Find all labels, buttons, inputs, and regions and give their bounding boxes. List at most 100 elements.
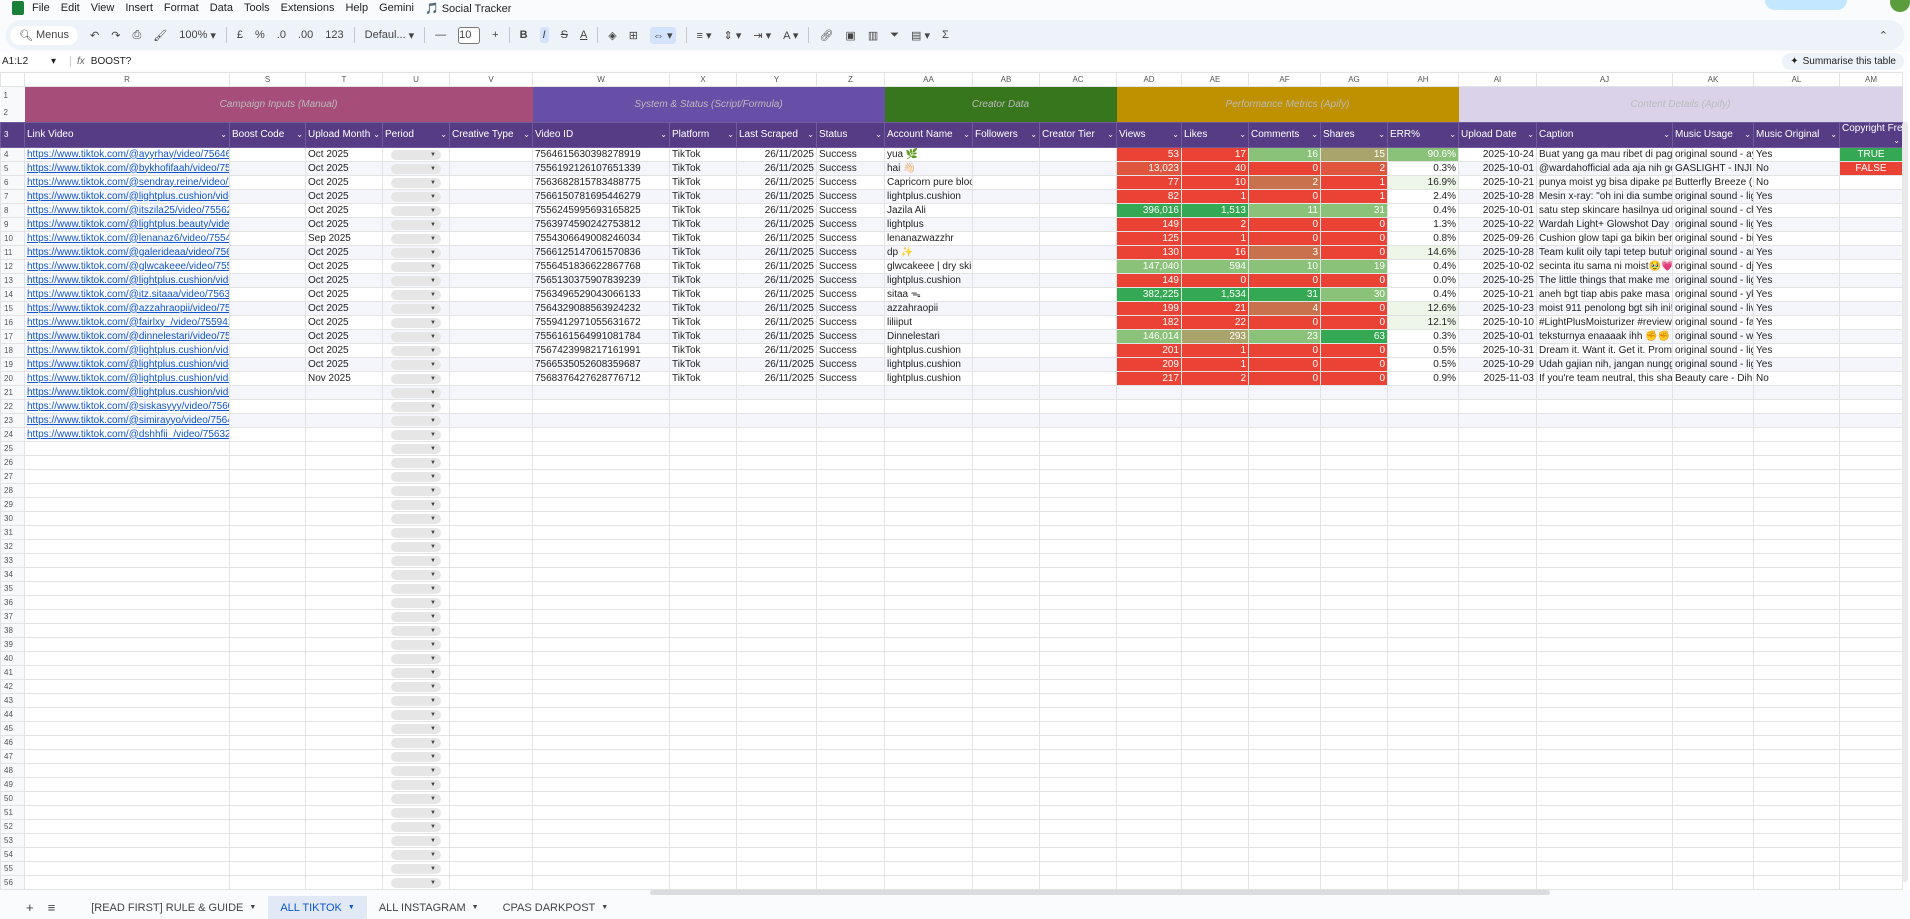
creator-tier-cell[interactable] xyxy=(1039,427,1117,442)
row-number[interactable]: 24 xyxy=(0,427,25,442)
music-usage-cell[interactable]: original sound - djdi xyxy=(1672,259,1754,274)
column-header-ai[interactable]: AI xyxy=(1458,72,1537,87)
upload-date-cell[interactable] xyxy=(1458,777,1537,792)
borders-icon[interactable]: ⊞ xyxy=(629,29,638,42)
upload-month-cell[interactable] xyxy=(305,679,383,694)
creative-type-cell[interactable] xyxy=(449,539,533,554)
row-number[interactable]: 6 xyxy=(0,175,25,190)
music-usage-cell[interactable]: original sound - ligh xyxy=(1672,273,1754,288)
err-cell[interactable] xyxy=(1387,441,1459,456)
last-scraped-cell[interactable]: 26/11/2025 xyxy=(736,273,817,288)
period-cell[interactable]: ▼ xyxy=(382,833,450,848)
err-cell[interactable] xyxy=(1387,707,1459,722)
shares-cell[interactable]: 0 xyxy=(1320,315,1388,330)
copyright-free-cell[interactable] xyxy=(1839,273,1903,288)
views-cell[interactable] xyxy=(1116,679,1182,694)
column-header-s[interactable]: S xyxy=(229,72,306,87)
upload-date-cell[interactable] xyxy=(1458,819,1537,834)
copyright-free-cell[interactable] xyxy=(1839,819,1903,834)
views-cell[interactable]: 147,040 xyxy=(1116,259,1182,274)
filter-chevron-icon[interactable]: ⌄ xyxy=(1527,129,1534,141)
shares-cell[interactable] xyxy=(1320,567,1388,582)
copyright-free-cell[interactable] xyxy=(1839,399,1903,414)
video-id-cell[interactable] xyxy=(532,819,670,834)
upload-month-cell[interactable] xyxy=(305,875,383,890)
last-scraped-cell[interactable] xyxy=(736,469,817,484)
err-cell[interactable] xyxy=(1387,469,1459,484)
period-cell[interactable]: ▼ xyxy=(382,287,450,302)
row-number[interactable]: 20 xyxy=(0,371,25,386)
period-cell[interactable]: ▼ xyxy=(382,805,450,820)
music-usage-cell[interactable] xyxy=(1672,693,1754,708)
followers-cell[interactable] xyxy=(972,567,1040,582)
likes-cell[interactable]: 1 xyxy=(1181,231,1249,246)
row-number[interactable]: 33 xyxy=(0,553,25,568)
boost-code-cell[interactable] xyxy=(229,413,306,428)
platform-cell[interactable] xyxy=(669,833,737,848)
copyright-free-cell[interactable] xyxy=(1839,469,1903,484)
boost-code-cell[interactable] xyxy=(229,161,306,176)
platform-cell[interactable]: TikTok xyxy=(669,273,737,288)
followers-cell[interactable] xyxy=(972,875,1040,890)
creator-tier-cell[interactable] xyxy=(1039,875,1117,890)
upload-date-cell[interactable]: 2025-10-25 xyxy=(1458,273,1537,288)
link-video-cell[interactable]: https://www.tiktok.com/@fairlxy_/video/7… xyxy=(24,315,230,330)
fill-color-icon[interactable]: ◈ xyxy=(608,29,616,42)
filter-chevron-icon[interactable]: ⌄ xyxy=(1893,135,1900,147)
music-usage-cell[interactable] xyxy=(1672,847,1754,862)
all-sheets-menu-icon[interactable]: ≡ xyxy=(48,900,56,915)
filter-chevron-icon[interactable]: ⌄ xyxy=(1107,129,1114,141)
link-video-cell[interactable] xyxy=(24,651,230,666)
shares-cell[interactable] xyxy=(1320,735,1388,750)
boost-code-cell[interactable] xyxy=(229,231,306,246)
creative-type-cell[interactable] xyxy=(449,707,533,722)
chevron-down-icon[interactable]: ▼ xyxy=(601,904,608,911)
likes-cell[interactable] xyxy=(1181,721,1249,736)
err-cell[interactable]: 0.9% xyxy=(1387,371,1459,386)
video-id-cell[interactable]: 7556451836622867768 xyxy=(532,259,670,274)
music-usage-cell[interactable] xyxy=(1672,539,1754,554)
creator-tier-cell[interactable] xyxy=(1039,567,1117,582)
account-name-cell[interactable] xyxy=(884,553,973,568)
platform-cell[interactable] xyxy=(669,847,737,862)
account-name-cell[interactable]: glwcakeee | dry skin xyxy=(884,259,973,274)
followers-cell[interactable] xyxy=(972,161,1040,176)
views-cell[interactable] xyxy=(1116,455,1182,470)
platform-cell[interactable]: TikTok xyxy=(669,161,737,176)
boost-code-cell[interactable] xyxy=(229,147,306,162)
upload-month-cell[interactable] xyxy=(305,567,383,582)
music-usage-cell[interactable]: original sound - livo xyxy=(1672,301,1754,316)
shares-cell[interactable] xyxy=(1320,399,1388,414)
link-video-cell[interactable]: https://www.tiktok.com/@itz.sitaaa/video… xyxy=(24,287,230,302)
column-header-am[interactable]: AM xyxy=(1839,72,1903,87)
platform-cell[interactable]: TikTok xyxy=(669,357,737,372)
err-cell[interactable] xyxy=(1387,399,1459,414)
shares-cell[interactable]: 0 xyxy=(1320,343,1388,358)
shares-cell[interactable] xyxy=(1320,763,1388,778)
upload-date-cell[interactable] xyxy=(1458,805,1537,820)
music-original-cell[interactable] xyxy=(1753,651,1840,666)
paint-format-icon[interactable]: 🖌︎ xyxy=(153,29,167,42)
boost-code-cell[interactable] xyxy=(229,245,306,260)
creative-type-cell[interactable] xyxy=(449,679,533,694)
row-number[interactable]: 41 xyxy=(0,665,25,680)
platform-cell[interactable]: TikTok xyxy=(669,231,737,246)
row-number[interactable]: 30 xyxy=(0,511,25,526)
music-usage-cell[interactable] xyxy=(1672,609,1754,624)
music-usage-cell[interactable] xyxy=(1672,805,1754,820)
period-dropdown[interactable]: ▼ xyxy=(391,569,441,580)
period-dropdown[interactable]: ▼ xyxy=(391,695,441,706)
upload-date-cell[interactable]: 2025-10-28 xyxy=(1458,245,1537,260)
followers-cell[interactable] xyxy=(972,189,1040,204)
add-sheet-button[interactable]: + xyxy=(26,900,34,915)
status-cell[interactable] xyxy=(816,623,885,638)
creator-tier-cell[interactable] xyxy=(1039,525,1117,540)
creative-type-cell[interactable] xyxy=(449,469,533,484)
followers-cell[interactable] xyxy=(972,441,1040,456)
shares-cell[interactable]: 15 xyxy=(1320,147,1388,162)
vertical-scrollbar[interactable] xyxy=(1902,122,1908,882)
period-dropdown[interactable]: ▼ xyxy=(391,191,441,202)
followers-cell[interactable] xyxy=(972,217,1040,232)
comments-cell[interactable] xyxy=(1248,623,1321,638)
upload-date-cell[interactable] xyxy=(1458,763,1537,778)
